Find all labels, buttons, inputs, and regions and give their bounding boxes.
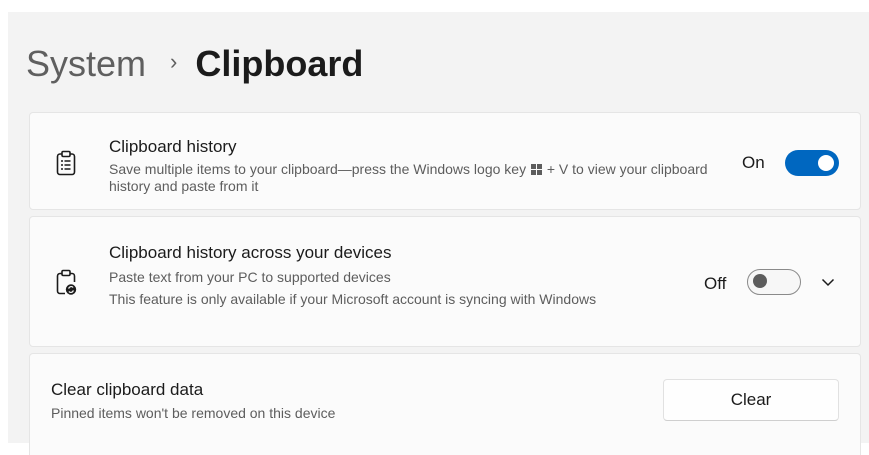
clear-button[interactable]: Clear [663,379,839,421]
description-line-2: This feature is only available if your M… [109,291,597,307]
history-across-devices-state-label: Off [704,274,727,293]
clipboard-sync-icon [56,269,77,295]
history-across-devices-card[interactable]: Clipboard history across your devices Pa… [29,216,861,347]
clear-clipboard-title: Clear clipboard data [51,380,204,399]
clipboard-history-title: Clipboard history [109,137,237,156]
clipboard-history-description: Save multiple items to your clipboard—pr… [109,161,729,195]
page-title: Clipboard [195,43,364,84]
description-text-part1: Save multiple items to your clipboard—pr… [109,161,527,177]
clear-clipboard-card: Clear clipboard data Pinned items won't … [29,353,861,455]
toggle-knob [818,155,834,171]
toggle-knob [753,274,767,288]
settings-window: System › Clipboard Clipboard history Sav… [8,12,869,455]
description-line-1: Paste text from your PC to supported dev… [109,269,391,285]
clipboard-list-icon [56,150,76,176]
clipboard-history-card: Clipboard history Save multiple items to… [29,112,861,210]
clear-clipboard-description: Pinned items won't be removed on this de… [51,405,336,421]
clipboard-history-state-label: On [742,153,765,172]
breadcrumb-separator-icon: › [170,49,178,74]
history-across-devices-description: Paste text from your PC to supported dev… [109,266,629,310]
clipboard-history-toggle[interactable] [785,150,839,176]
history-across-devices-title: Clipboard history across your devices [109,243,392,262]
breadcrumb-system[interactable]: System [26,43,146,85]
windows-logo-icon [530,164,542,175]
breadcrumb: System › Clipboard [26,40,363,88]
chevron-down-icon[interactable] [821,278,835,287]
history-across-devices-toggle[interactable] [747,269,801,295]
